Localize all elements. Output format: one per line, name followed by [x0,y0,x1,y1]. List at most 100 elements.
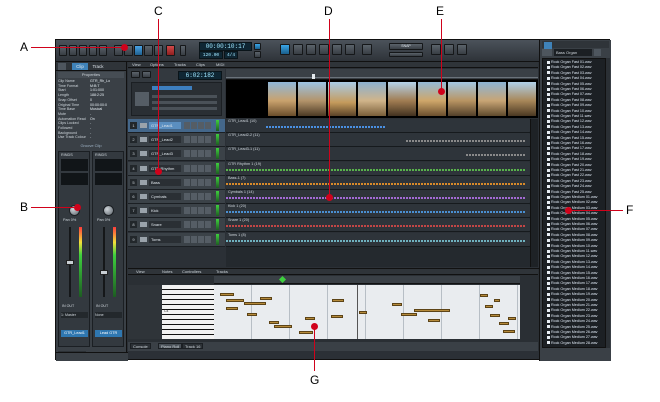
browser-file-item[interactable]: Rock Organ Medium 16.wav [547,276,604,281]
record-arm-button[interactable] [198,150,204,158]
midi-note[interactable] [260,297,272,300]
sync-button[interactable] [254,43,261,50]
midi-note[interactable] [499,322,509,325]
sends-bin[interactable] [61,173,88,185]
midi-note[interactable] [274,325,292,328]
fx-bin[interactable] [61,159,88,171]
midi-note[interactable] [414,309,450,312]
browser-back-icon[interactable] [542,49,552,56]
browser-file-item[interactable]: Rock Organ Medium 07.wav [547,227,604,232]
midi-note[interactable] [428,319,440,322]
snap-settings[interactable] [389,52,423,57]
browser-file-item[interactable]: Rock Organ Fast 05.wav [547,82,604,87]
tempo-display[interactable]: 120.00 [199,51,223,59]
input-echo-button[interactable] [205,178,211,186]
input-echo-button[interactable] [205,150,211,158]
move-tool-icon[interactable] [306,44,316,55]
piano-roll-ruler[interactable] [214,275,520,284]
input-echo-button[interactable] [205,122,211,129]
track-header[interactable]: 6 Cymbals [128,190,225,204]
split-tool-icon[interactable] [362,44,372,55]
record-arm-button[interactable] [198,193,204,200]
pan-knob[interactable] [103,205,114,216]
menu-midi[interactable]: MIDI [216,62,224,68]
browser-plugins-tab[interactable] [554,42,562,49]
solo-button[interactable] [191,235,197,243]
track-header[interactable]: 3 GTR_Lead3 [128,147,225,162]
track-time-display[interactable]: 6:02:182 [178,71,222,80]
browser-location-dropdown[interactable]: Bass Organ [554,49,592,56]
browser-file-item[interactable]: Rock Organ Medium 08.wav [547,233,604,238]
track-name-field[interactable]: GTR_Lead1 [61,330,88,337]
draw-tool-icon[interactable] [332,44,342,55]
input-echo-button[interactable] [205,164,211,172]
record-arm-button[interactable] [198,164,204,172]
track-name[interactable]: GTR_Lead3 [149,150,181,158]
track-name[interactable]: Toms [149,235,181,243]
track-header[interactable]: 9 Toms [128,232,225,247]
browser-file-item[interactable]: Rock Organ Fast 09.wav [547,103,604,108]
audio-clip[interactable]: Snare 1 (20) [226,218,530,232]
browser-file-item[interactable]: Rock Organ Medium 18.wav [547,287,604,292]
record-arm-button[interactable] [198,122,204,129]
smart-tool-icon[interactable] [280,44,290,55]
audio-clip[interactable]: GTR_Lead2-2 (11) [226,133,530,147]
tab-console[interactable]: Console [130,343,151,349]
midi-note[interactable] [490,314,500,317]
input-echo-button[interactable] [205,136,211,144]
midi-note[interactable] [503,330,515,333]
track-header[interactable]: 4 GTR Rhythm [128,161,225,176]
midi-note[interactable] [508,317,516,320]
add-track-icon[interactable] [131,71,140,78]
inspector-menu-icon[interactable] [58,63,66,70]
audio-clip[interactable]: Bass-1 (7) [226,175,530,189]
browser-file-item[interactable]: Rock Organ Medium 23.wav [547,314,604,319]
solo-button[interactable] [191,221,197,229]
browser-file-item[interactable]: Rock Organ Medium 20.wav [547,298,604,303]
midi-note[interactable] [401,313,417,316]
browser-file-item[interactable]: Rock Organ Medium 06.wav [547,222,604,227]
browser-file-item[interactable]: Rock Organ Medium 22.wav [547,308,604,313]
tab-track[interactable]: Track [90,63,106,70]
mute-button[interactable] [184,164,190,172]
tab-piano-roll[interactable]: Piano Roll [158,343,183,349]
track-lane[interactable]: GTR_Lead3-1 (11) [226,147,530,162]
fast-forward-button[interactable] [144,45,153,56]
loop-marker[interactable] [278,275,287,284]
browser-file-item[interactable]: Rock Organ Medium 09.wav [547,238,604,243]
browser-media-tab[interactable] [544,42,552,49]
punch-button[interactable] [180,45,186,56]
track-lane[interactable]: Cymbals 1 (14) [226,190,530,204]
browser-file-item[interactable]: Rock Organ Medium 24.wav [547,319,604,324]
track-lane[interactable]: Toms 1 (8) [226,232,530,247]
browser-file-item[interactable]: Rock Organ Medium 01.wav [547,195,604,200]
now-time-display[interactable]: 00:00:10:17 [199,42,252,51]
browser-file-item[interactable]: Rock Organ Fast 06.wav [547,87,604,92]
property-value[interactable]: 188:2:25 [90,93,104,98]
browser-file-item[interactable]: Rock Organ Medium 28.wav [547,341,604,346]
mute-button[interactable] [184,207,190,215]
track-lane[interactable]: GTR_Lead2-2 (11) [226,133,530,148]
play-button[interactable] [134,45,143,56]
pr-menu-view[interactable]: View [136,269,145,275]
midi-note[interactable] [485,305,493,308]
menu-options[interactable]: Options [150,62,164,68]
track-lane[interactable]: Kick 1 (20) [226,204,530,219]
mute-button[interactable] [184,150,190,158]
input-echo-button[interactable] [205,235,211,243]
browser-file-item[interactable]: Rock Organ Fast 15.wav [547,136,604,141]
tab-clip[interactable]: Clip [72,63,88,70]
track-header[interactable]: 7 Kick [128,204,225,219]
solo-button[interactable] [191,122,197,129]
now-marker[interactable] [312,74,315,79]
mute-button[interactable] [184,178,190,186]
track-name[interactable]: GTR_Lead1 [149,122,181,129]
fx-bin[interactable] [95,159,122,171]
property-value[interactable]: Musical [90,107,102,112]
track-name[interactable]: Kick [149,207,181,215]
track-name[interactable]: GTR_Lead2 [149,136,181,144]
track-header[interactable]: 5 Bass [128,175,225,190]
solo-button[interactable] [191,207,197,215]
audio-clip[interactable]: GTR_Lead1 (10) [226,119,530,132]
browser-file-item[interactable]: Rock Organ Fast 11.wav [547,114,604,119]
